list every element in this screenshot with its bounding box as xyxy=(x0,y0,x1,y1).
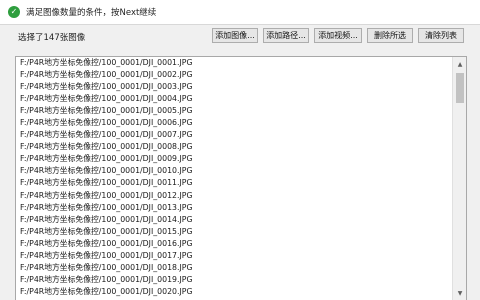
list-item[interactable]: F:/P4R地方坐标免像控/100_0001/DJI_0004.JPG xyxy=(16,93,466,105)
list-item[interactable]: F:/P4R地方坐标免像控/100_0001/DJI_0006.JPG xyxy=(16,117,466,129)
scroll-thumb[interactable] xyxy=(456,73,464,103)
list-item[interactable]: F:/P4R地方坐标免像控/100_0001/DJI_0002.JPG xyxy=(16,69,466,81)
list-item[interactable]: F:/P4R地方坐标免像控/100_0001/DJI_0020.JPG xyxy=(16,286,466,298)
file-list-items: F:/P4R地方坐标免像控/100_0001/DJI_0001.JPG F:/P4… xyxy=(16,57,466,298)
list-toolbar: 添加图像... 添加路径... 添加视频... 删除所选 清除列表 xyxy=(212,28,464,43)
list-item[interactable]: F:/P4R地方坐标免像控/100_0001/DJI_0005.JPG xyxy=(16,105,466,117)
list-item[interactable]: F:/P4R地方坐标免像控/100_0001/DJI_0007.JPG xyxy=(16,129,466,141)
status-bar: ✓ 满足图像数量的条件，按Next继续 xyxy=(0,0,480,24)
list-item[interactable]: F:/P4R地方坐标免像控/100_0001/DJI_0003.JPG xyxy=(16,81,466,93)
list-item[interactable]: F:/P4R地方坐标免像控/100_0001/DJI_0017.JPG xyxy=(16,250,466,262)
scroll-up-arrow-icon[interactable]: ▲ xyxy=(453,57,466,71)
scroll-down-arrow-icon[interactable]: ▼ xyxy=(453,286,466,300)
list-item[interactable]: F:/P4R地方坐标免像控/100_0001/DJI_0008.JPG xyxy=(16,141,466,153)
list-item[interactable]: F:/P4R地方坐标免像控/100_0001/DJI_0009.JPG xyxy=(16,153,466,165)
image-file-list[interactable]: F:/P4R地方坐标免像控/100_0001/DJI_0001.JPG F:/P4… xyxy=(15,56,467,300)
list-item[interactable]: F:/P4R地方坐标免像控/100_0001/DJI_0012.JPG xyxy=(16,190,466,202)
list-item[interactable]: F:/P4R地方坐标免像控/100_0001/DJI_0015.JPG xyxy=(16,226,466,238)
image-selection-panel: 选择了147张图像 添加图像... 添加路径... 添加视频... 删除所选 清… xyxy=(0,24,480,300)
clear-list-button[interactable]: 清除列表 xyxy=(418,28,464,43)
remove-selected-button[interactable]: 删除所选 xyxy=(367,28,413,43)
check-circle-icon: ✓ xyxy=(8,6,20,18)
list-item[interactable]: F:/P4R地方坐标免像控/100_0001/DJI_0010.JPG xyxy=(16,165,466,177)
selected-count-label: 选择了147张图像 xyxy=(18,33,86,43)
list-item[interactable]: F:/P4R地方坐标免像控/100_0001/DJI_0014.JPG xyxy=(16,214,466,226)
vertical-scrollbar[interactable]: ▲ ▼ xyxy=(452,57,466,300)
list-item[interactable]: F:/P4R地方坐标免像控/100_0001/DJI_0013.JPG xyxy=(16,202,466,214)
list-item[interactable]: F:/P4R地方坐标免像控/100_0001/DJI_0001.JPG xyxy=(16,57,466,69)
list-item[interactable]: F:/P4R地方坐标免像控/100_0001/DJI_0016.JPG xyxy=(16,238,466,250)
status-message: 满足图像数量的条件，按Next继续 xyxy=(26,8,157,18)
add-images-button[interactable]: 添加图像... xyxy=(212,28,258,43)
add-video-button[interactable]: 添加视频... xyxy=(314,28,362,43)
list-item[interactable]: F:/P4R地方坐标免像控/100_0001/DJI_0019.JPG xyxy=(16,274,466,286)
list-item[interactable]: F:/P4R地方坐标免像控/100_0001/DJI_0018.JPG xyxy=(16,262,466,274)
list-item[interactable]: F:/P4R地方坐标免像控/100_0001/DJI_0011.JPG xyxy=(16,177,466,189)
add-path-button[interactable]: 添加路径... xyxy=(263,28,309,43)
